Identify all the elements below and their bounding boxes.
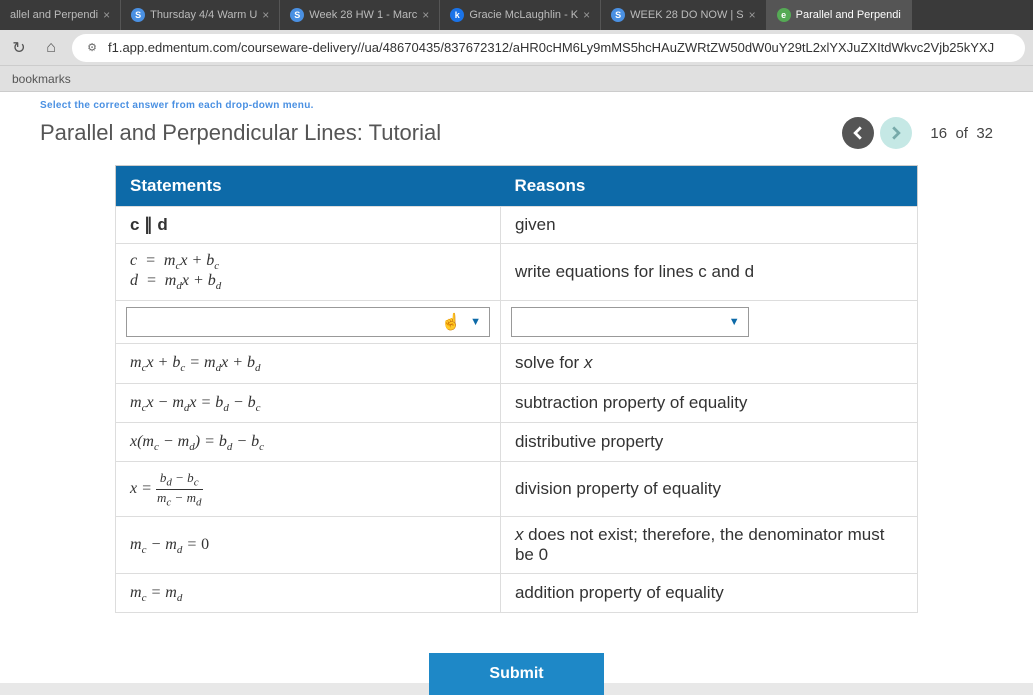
chevron-down-icon: ▼ xyxy=(729,316,740,328)
chevron-down-icon: ▼ xyxy=(470,316,481,328)
home-icon[interactable]: ⌂ xyxy=(40,37,62,59)
reason-cell: solve for x xyxy=(500,344,917,383)
statement-cell: mcx + bc = mdx + bd xyxy=(116,344,501,383)
next-button[interactable] xyxy=(880,117,912,149)
statement-cell: x(mc − md) = bd − bc xyxy=(116,422,501,461)
tab-favicon: S xyxy=(131,8,145,22)
statement-cell: x = bd − bcmc − md xyxy=(116,461,501,516)
submit-container: Submit xyxy=(0,653,1033,695)
instruction-text: Select the correct answer from each drop… xyxy=(0,92,1033,111)
tab-favicon: S xyxy=(290,8,304,22)
table-row: x = bd − bcmc − md division property of … xyxy=(116,461,918,516)
statement-dropdown-cell: ☝ ▼ xyxy=(116,301,501,344)
browser-tab[interactable]: SWEEK 28 DO NOW | S× xyxy=(601,0,767,30)
close-icon[interactable]: × xyxy=(749,8,756,22)
table-row: x(mc − md) = bd − bc distributive proper… xyxy=(116,422,918,461)
table-row: mcx − mdx = bd − bc subtraction property… xyxy=(116,383,918,422)
reason-dropdown-cell: ▼ xyxy=(500,301,917,344)
reload-icon[interactable]: ↻ xyxy=(8,37,30,59)
browser-tab[interactable]: SThursday 4/4 Warm U× xyxy=(121,0,280,30)
close-icon[interactable]: × xyxy=(422,8,429,22)
reason-cell: subtraction property of equality xyxy=(500,383,917,422)
reason-cell: addition property of equality xyxy=(500,574,917,613)
browser-tab[interactable]: allel and Perpendi× xyxy=(0,0,121,30)
site-settings-icon[interactable]: ⚙ xyxy=(84,40,100,56)
browser-tab[interactable]: kGracie McLaughlin - K× xyxy=(440,0,601,30)
statement-cell: mc = md xyxy=(116,574,501,613)
page-content: Select the correct answer from each drop… xyxy=(0,92,1033,683)
browser-tab-active[interactable]: eParallel and Perpendi xyxy=(767,0,912,30)
reason-cell: division property of equality xyxy=(500,461,917,516)
browser-tab[interactable]: SWeek 28 HW 1 - Marc× xyxy=(280,0,440,30)
table-row: mcx + bc = mdx + bd solve for x xyxy=(116,344,918,383)
table-row: c ∥ d given xyxy=(116,207,918,244)
table-row: mc = md addition property of equality xyxy=(116,574,918,613)
statement-cell: mcx − mdx = bd − bc xyxy=(116,383,501,422)
table-row: mc − md = 0 x does not exist; therefore,… xyxy=(116,517,918,574)
reason-dropdown[interactable]: ▼ xyxy=(511,307,749,337)
url-text: f1.app.edmentum.com/courseware-delivery/… xyxy=(108,40,994,55)
reason-cell: distributive property xyxy=(500,422,917,461)
proof-table: Statements Reasons c ∥ d given c = mcx +… xyxy=(115,165,918,613)
statement-dropdown[interactable]: ☝ ▼ xyxy=(126,307,490,337)
bookmarks-bar[interactable]: bookmarks xyxy=(0,66,1033,92)
reason-cell: given xyxy=(500,207,917,244)
table-row: ☝ ▼ ▼ xyxy=(116,301,918,344)
table-row: c = mcx + bc d = mdx + bd write equation… xyxy=(116,244,918,301)
table-header-row: Statements Reasons xyxy=(116,166,918,207)
statement-cell: mc − md = 0 xyxy=(116,517,501,574)
tab-favicon: e xyxy=(777,8,791,22)
close-icon[interactable]: × xyxy=(262,8,269,22)
url-input[interactable]: ⚙ f1.app.edmentum.com/courseware-deliver… xyxy=(72,34,1025,62)
tutorial-header: Parallel and Perpendicular Lines: Tutori… xyxy=(0,111,1033,165)
close-icon[interactable]: × xyxy=(583,8,590,22)
page-counter: 16 of 32 xyxy=(930,125,993,142)
reason-cell: x does not exist; therefore, the denomin… xyxy=(500,517,917,574)
tab-favicon: k xyxy=(450,8,464,22)
tab-favicon: S xyxy=(611,8,625,22)
statement-cell: c = mcx + bc d = mdx + bd xyxy=(116,244,501,301)
submit-button[interactable]: Submit xyxy=(429,653,603,695)
statement-cell: c ∥ d xyxy=(116,207,501,244)
cursor-icon: ☝ xyxy=(441,312,461,332)
address-bar: ↻ ⌂ ⚙ f1.app.edmentum.com/courseware-del… xyxy=(0,30,1033,66)
browser-tab-bar: allel and Perpendi× SThursday 4/4 Warm U… xyxy=(0,0,1033,30)
prev-button[interactable] xyxy=(842,117,874,149)
reason-cell: write equations for lines c and d xyxy=(500,244,917,301)
statements-header: Statements xyxy=(116,166,501,207)
close-icon[interactable]: × xyxy=(103,8,110,22)
reasons-header: Reasons xyxy=(500,166,917,207)
page-title: Parallel and Perpendicular Lines: Tutori… xyxy=(40,120,836,146)
